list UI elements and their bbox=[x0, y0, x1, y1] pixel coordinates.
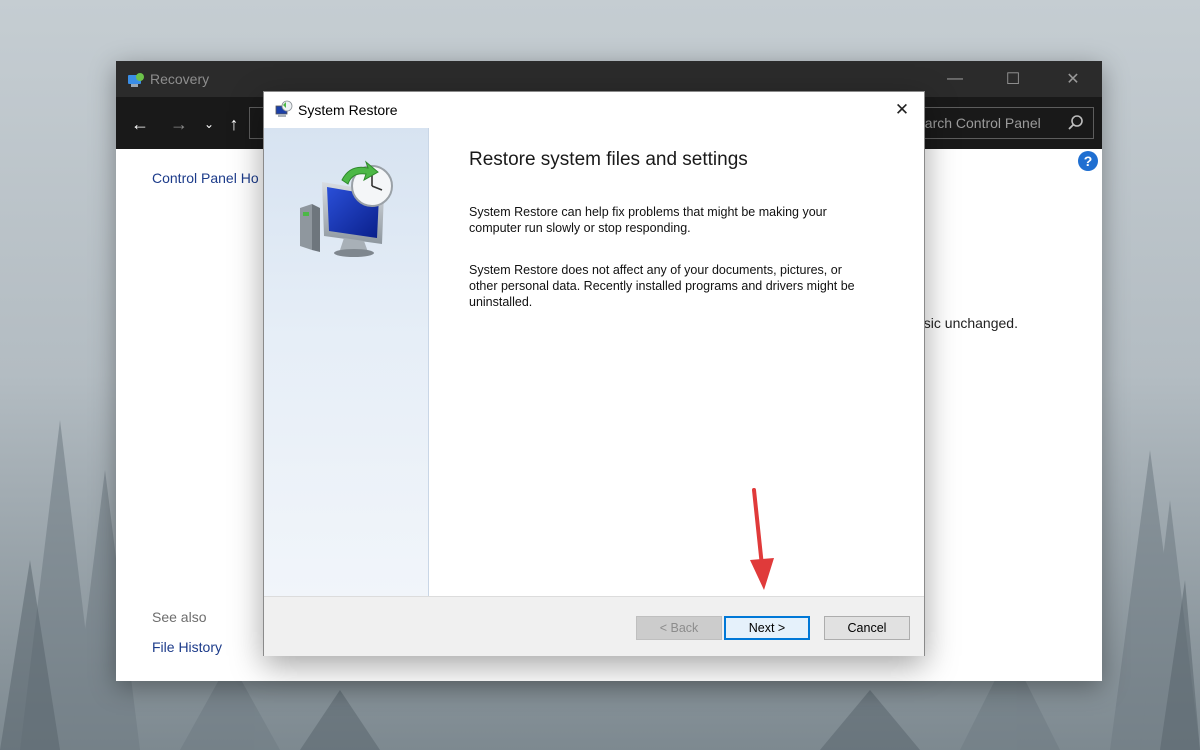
close-icon[interactable]: ✕ bbox=[1044, 61, 1102, 97]
forward-arrow-icon[interactable]: → bbox=[168, 113, 190, 135]
maximize-icon[interactable]: ☐ bbox=[984, 61, 1042, 97]
back-button[interactable]: < Back bbox=[636, 616, 722, 640]
dialog-paragraph-2: System Restore does not affect any of yo… bbox=[469, 262, 889, 310]
paragraph-1-line-2: computer run slowly or stop responding. bbox=[469, 221, 691, 235]
next-button[interactable]: Next > bbox=[724, 616, 810, 640]
paragraph-2-line-3: uninstalled. bbox=[469, 295, 533, 309]
close-icon[interactable]: ✕ bbox=[880, 92, 924, 128]
dialog-titlebar[interactable]: System Restore ✕ bbox=[264, 92, 924, 128]
help-icon[interactable]: ? bbox=[1078, 151, 1098, 171]
paragraph-1-line-1: System Restore can help fix problems tha… bbox=[469, 205, 827, 219]
paragraph-2-line-2: other personal data. Recently installed … bbox=[469, 279, 855, 293]
system-restore-icon bbox=[300, 160, 393, 257]
see-also-label: See also bbox=[152, 609, 207, 625]
control-panel-home-link[interactable]: Control Panel Ho bbox=[152, 170, 259, 186]
dialog-footer: < Back Next > Cancel bbox=[264, 596, 924, 656]
dialog-paragraph-1: System Restore can help fix problems tha… bbox=[469, 204, 889, 236]
cancel-button[interactable]: Cancel bbox=[824, 616, 910, 640]
dialog-title: System Restore bbox=[298, 102, 398, 118]
recovery-title: Recovery bbox=[150, 71, 210, 87]
recent-dropdown-icon[interactable]: ⌄ bbox=[198, 113, 220, 135]
system-restore-dialog: System Restore ✕ Restore system files an… bbox=[263, 91, 925, 656]
search-input[interactable]: earch Control Panel bbox=[906, 107, 1094, 139]
search-icon[interactable] bbox=[1067, 114, 1085, 132]
control-panel-icon bbox=[128, 73, 144, 87]
back-arrow-icon[interactable]: ← bbox=[129, 113, 151, 135]
up-arrow-icon[interactable]: ↑ bbox=[223, 113, 245, 135]
dialog-heading: Restore system files and settings bbox=[469, 149, 748, 170]
dialog-side-panel bbox=[264, 128, 429, 596]
search-placeholder: earch Control Panel bbox=[917, 115, 1041, 131]
annotation-arrow-icon bbox=[750, 488, 774, 590]
paragraph-2-line-1: System Restore does not affect any of yo… bbox=[469, 263, 842, 277]
minimize-icon[interactable]: — bbox=[926, 61, 984, 97]
system-restore-title-icon bbox=[275, 100, 293, 117]
file-history-link[interactable]: File History bbox=[152, 639, 222, 655]
recovery-body-text: usic unchanged. bbox=[916, 315, 1018, 331]
